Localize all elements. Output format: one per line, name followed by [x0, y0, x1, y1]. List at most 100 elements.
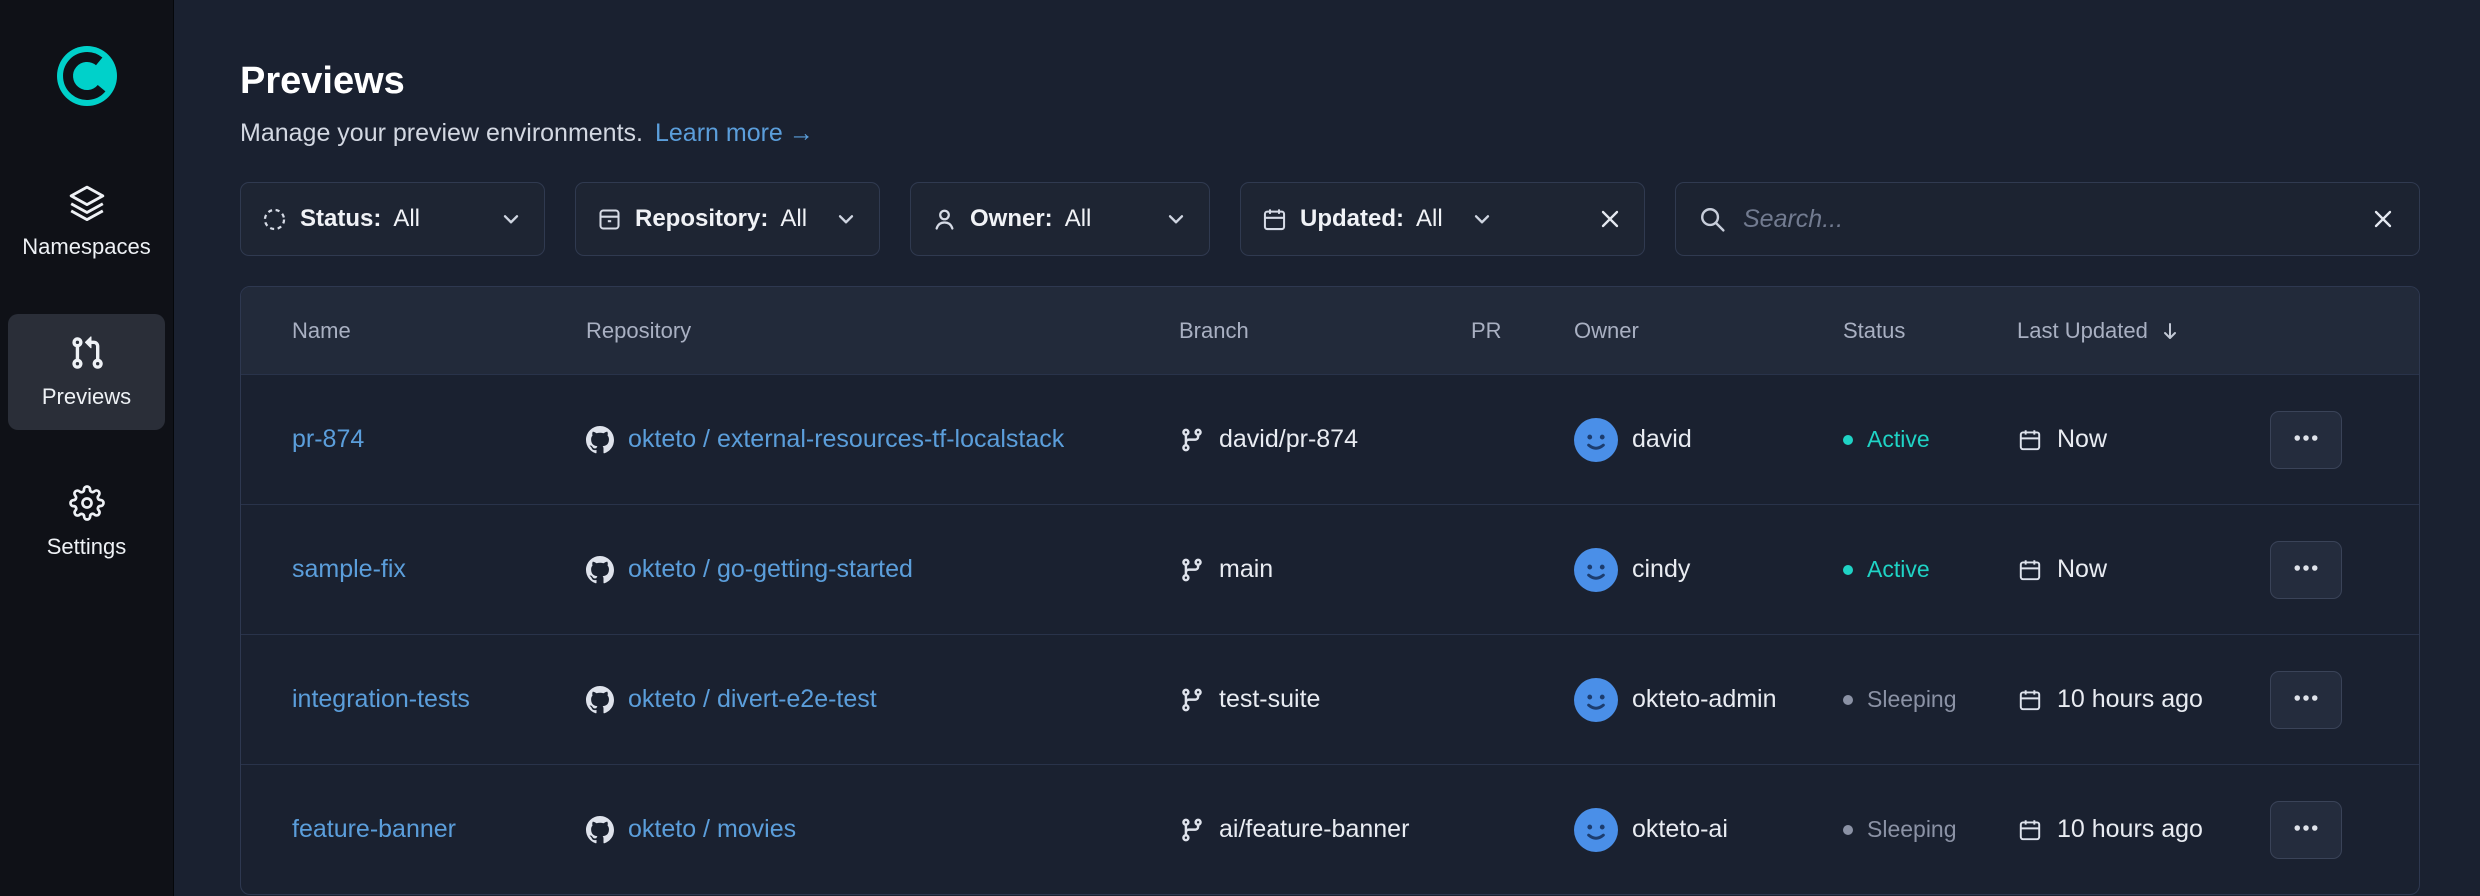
status-dot-icon: [1843, 695, 1853, 705]
git-branch-icon: [1179, 427, 1205, 453]
owner-name: cindy: [1632, 555, 1690, 584]
branch-name: david/pr-874: [1219, 425, 1358, 454]
calendar-icon: [2017, 687, 2043, 713]
repository-filter-dropdown[interactable]: Repository: All: [575, 182, 880, 256]
chevron-down-icon: [833, 206, 859, 232]
previews-icon: [68, 334, 106, 372]
learn-more-link[interactable]: Learn more→: [655, 119, 814, 148]
avatar: [1574, 548, 1618, 592]
row-actions-button[interactable]: [2270, 541, 2342, 599]
status-dot-icon: [1843, 565, 1853, 575]
ellipsis-icon: [2291, 553, 2321, 586]
sidebar-item-label: Namespaces: [22, 234, 150, 260]
filter-bar: Status: All Repository: All Owner: All U…: [240, 182, 2420, 256]
status-filter-dropdown[interactable]: Status: All: [240, 182, 545, 256]
gear-icon: [68, 484, 106, 522]
github-icon: [586, 556, 614, 584]
github-icon: [586, 686, 614, 714]
git-branch-icon: [1179, 817, 1205, 843]
repository-icon: [596, 206, 623, 233]
github-icon: [586, 816, 614, 844]
row-actions-button[interactable]: [2270, 671, 2342, 729]
git-branch-icon: [1179, 557, 1205, 583]
calendar-icon: [2017, 427, 2043, 453]
branch-name: test-suite: [1219, 685, 1320, 714]
column-header-owner[interactable]: Owner: [1574, 318, 1843, 344]
column-header-name[interactable]: Name: [292, 318, 586, 344]
preview-name-link[interactable]: integration-tests: [292, 685, 470, 714]
owner-name: david: [1632, 425, 1692, 454]
status-badge: Active: [1843, 556, 2017, 583]
repository-link[interactable]: okteto / go-getting-started: [628, 555, 913, 584]
row-actions-button[interactable]: [2270, 411, 2342, 469]
search-bar: [1675, 182, 2420, 256]
table-row: integration-tests okteto / divert-e2e-te…: [241, 634, 2419, 764]
table-row: pr-874 okteto / external-resources-tf-lo…: [241, 374, 2419, 504]
column-header-pr[interactable]: PR: [1471, 318, 1574, 344]
sidebar-nav: Namespaces Previews Settings: [0, 164, 173, 580]
clear-updated-filter-icon[interactable]: [1596, 205, 1624, 233]
sidebar-item-namespaces[interactable]: Namespaces: [8, 164, 165, 280]
ellipsis-icon: [2291, 683, 2321, 716]
status-badge: Sleeping: [1843, 686, 2017, 713]
repository-link[interactable]: okteto / movies: [628, 815, 796, 844]
git-branch-icon: [1179, 687, 1205, 713]
avatar: [1574, 808, 1618, 852]
sidebar-item-label: Settings: [47, 534, 127, 560]
sidebar: Namespaces Previews Settings: [0, 0, 174, 896]
ellipsis-icon: [2291, 423, 2321, 456]
last-updated-value: Now: [2057, 555, 2107, 584]
sidebar-item-previews[interactable]: Previews: [8, 314, 165, 430]
page-title: Previews: [240, 60, 2420, 103]
status-badge: Active: [1843, 426, 2017, 453]
main-content: Previews Manage your preview environment…: [174, 0, 2480, 896]
arrow-right-icon: →: [789, 119, 814, 148]
subtitle-text: Manage your preview environments.: [240, 119, 643, 148]
okteto-logo-icon[interactable]: [55, 44, 119, 108]
owner-name: okteto-admin: [1632, 685, 1777, 714]
calendar-icon: [2017, 557, 2043, 583]
chevron-down-icon: [498, 206, 524, 232]
last-updated-value: Now: [2057, 425, 2107, 454]
sidebar-item-label: Previews: [42, 384, 131, 410]
owner-name: okteto-ai: [1632, 815, 1728, 844]
column-header-status[interactable]: Status: [1843, 318, 2017, 344]
ellipsis-icon: [2291, 813, 2321, 846]
calendar-icon: [2017, 817, 2043, 843]
status-dot-icon: [1843, 435, 1853, 445]
namespaces-icon: [68, 184, 106, 222]
avatar: [1574, 678, 1618, 722]
repository-link[interactable]: okteto / divert-e2e-test: [628, 685, 877, 714]
table-row: feature-banner okteto / movies ai/featur…: [241, 764, 2419, 894]
branch-name: ai/feature-banner: [1219, 815, 1409, 844]
chevron-down-icon: [1163, 206, 1189, 232]
preview-name-link[interactable]: sample-fix: [292, 555, 406, 584]
row-actions-button[interactable]: [2270, 801, 2342, 859]
calendar-icon: [1261, 206, 1288, 233]
search-input[interactable]: [1743, 205, 2353, 234]
clear-search-icon[interactable]: [2369, 205, 2397, 233]
page-subtitle: Manage your preview environments. Learn …: [240, 119, 2420, 148]
column-header-branch[interactable]: Branch: [1179, 318, 1471, 344]
chevron-down-icon: [1469, 206, 1495, 232]
column-header-last-updated[interactable]: Last Updated: [2017, 318, 2270, 344]
branch-name: main: [1219, 555, 1273, 584]
table-row: sample-fix okteto / go-getting-started m…: [241, 504, 2419, 634]
github-icon: [586, 426, 614, 454]
last-updated-value: 10 hours ago: [2057, 815, 2203, 844]
updated-filter-dropdown[interactable]: Updated: All: [1240, 182, 1645, 256]
repository-link[interactable]: okteto / external-resources-tf-localstac…: [628, 425, 1064, 454]
preview-name-link[interactable]: feature-banner: [292, 815, 456, 844]
search-icon: [1698, 205, 1727, 234]
column-header-repository[interactable]: Repository: [586, 318, 1179, 344]
sidebar-item-settings[interactable]: Settings: [8, 464, 165, 580]
status-icon: [261, 206, 288, 233]
table-header-row: Name Repository Branch PR Owner Status L…: [241, 287, 2419, 374]
owner-filter-dropdown[interactable]: Owner: All: [910, 182, 1210, 256]
person-icon: [931, 206, 958, 233]
status-dot-icon: [1843, 825, 1853, 835]
previews-table: Name Repository Branch PR Owner Status L…: [240, 286, 2420, 895]
last-updated-value: 10 hours ago: [2057, 685, 2203, 714]
preview-name-link[interactable]: pr-874: [292, 425, 364, 454]
status-badge: Sleeping: [1843, 816, 2017, 843]
